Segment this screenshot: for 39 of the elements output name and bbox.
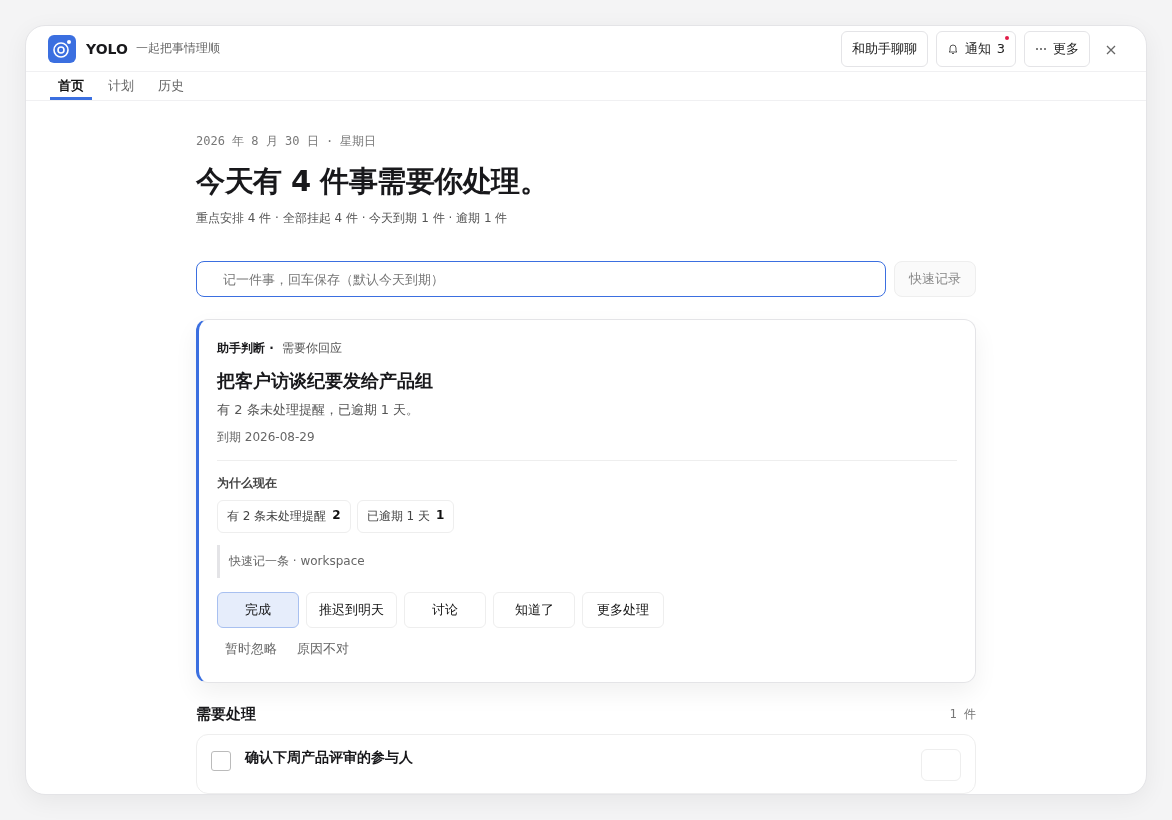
checkbox[interactable] (211, 751, 231, 771)
close-icon (1106, 45, 1116, 56)
more-icon (1035, 46, 1047, 51)
text-link[interactable]: 暂时忽略 (225, 638, 277, 660)
note-quote: 快速记一条 · workspace (217, 545, 957, 578)
summary: 重点安排 4 件 · 全部挂起 4 件 · 今天到期 1 件 · 逾期 1 件 (196, 210, 509, 227)
section-count: 1 件 (949, 706, 976, 723)
reason-label: 已逾期 1 天 (366, 508, 430, 525)
task-detail: 有 2 条未处理提醒，已逾期 1 天。 (217, 401, 421, 419)
action-button[interactable]: 完成 (217, 592, 299, 628)
headline: 今天有 4 件事需要你处理。 (196, 163, 550, 200)
app-name: YOLO (86, 40, 128, 57)
chat-button[interactable]: 和助手聊聊 (840, 30, 928, 67)
reason-count: 1 (435, 508, 445, 524)
source-label: 助手判断 · (217, 340, 274, 357)
date-line: 2026 年 8 月 30 日 · 星期日 (196, 133, 378, 150)
app-tagline: 一起把事情理顺 (135, 40, 220, 58)
task-row-title: 确认下周产品评审的参与人 (245, 749, 414, 767)
due-date: 到期 2026-08-29 (217, 429, 316, 446)
reason-label: 有 2 条未处理提醒 (227, 508, 327, 525)
quick-record-button[interactable]: 快速记录 (894, 261, 976, 297)
action-button[interactable]: 讨论 (404, 592, 486, 628)
tab[interactable]: 历史 (150, 72, 192, 100)
status-label: 需要你回应 (281, 340, 342, 357)
more-button[interactable]: 更多 (1024, 30, 1090, 67)
action-button[interactable]: 知道了 (493, 592, 575, 628)
target-logo-icon (48, 34, 76, 63)
quick-add-field[interactable]: 记一件事，回车保存（默认今天到期） (196, 261, 886, 297)
tab[interactable]: 首页 (50, 72, 92, 100)
bell-icon (946, 42, 959, 55)
tab[interactable]: 计划 (100, 72, 142, 100)
section-title: 需要处理 (196, 705, 256, 724)
reason-count: 2 (332, 508, 341, 524)
why-title: 为什么现在 (217, 475, 278, 492)
text-link[interactable]: 原因不对 (297, 638, 349, 660)
action-button[interactable]: 更多处理 (582, 592, 664, 628)
notifications-button[interactable]: 通知 3 (935, 30, 1016, 67)
task-title: 把客户访谈纪要发给产品组 (217, 369, 434, 393)
action-button[interactable]: 推迟到明天 (306, 592, 397, 628)
